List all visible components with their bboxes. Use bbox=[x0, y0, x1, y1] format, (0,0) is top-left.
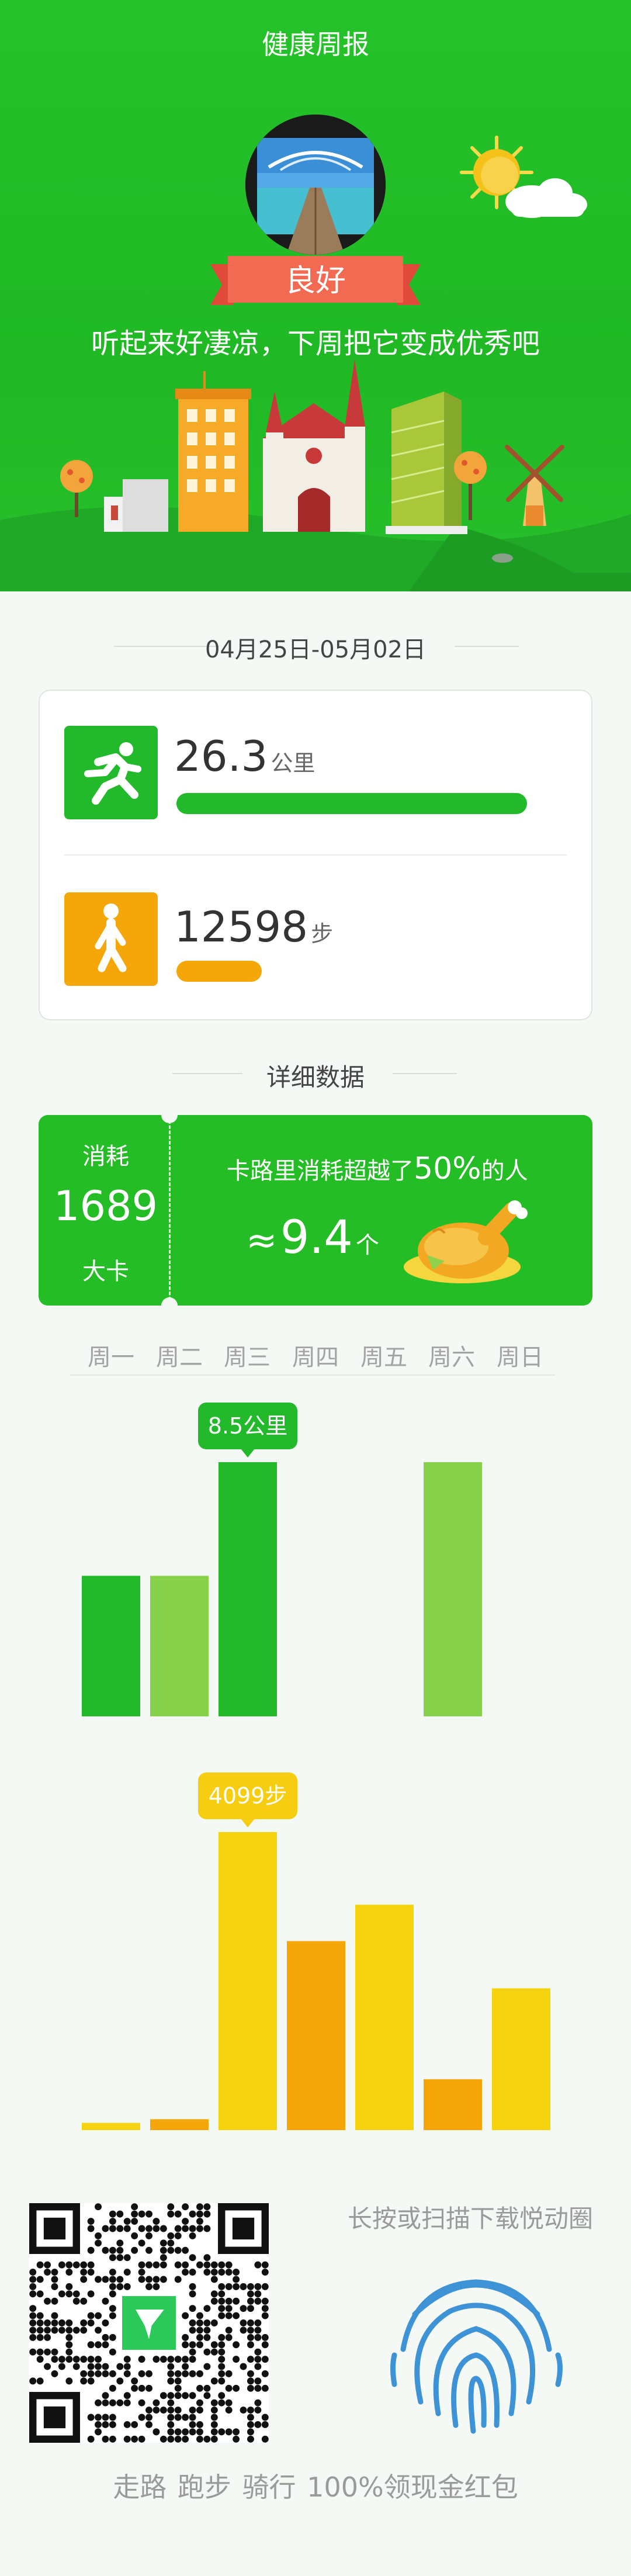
chart-annotation: 8.5公里 bbox=[198, 1403, 297, 1457]
hero-banner: 健康周报 良好 听起来好凄凉，下周把它变成优秀吧 bbox=[0, 0, 631, 591]
distance-chart: 8.5公里 bbox=[82, 1403, 482, 1716]
calories-compare-text: 卡路里消耗超越了50%的人 bbox=[227, 1151, 528, 1186]
calories-value: 1689 bbox=[53, 1182, 158, 1230]
chart-bar-周一 bbox=[82, 1576, 140, 1716]
weekday-label: 周四 bbox=[292, 1344, 339, 1371]
qr-code[interactable] bbox=[29, 2203, 269, 2443]
steps-value: 12598 bbox=[174, 902, 308, 951]
date-range: 04月25日-05月02日 bbox=[204, 636, 427, 663]
chart-bar-周三 bbox=[219, 1462, 277, 1716]
distance-unit: 公里 bbox=[271, 750, 316, 776]
ticket-divider bbox=[169, 1115, 171, 1306]
rating-label: 良好 bbox=[285, 264, 346, 299]
running-person-icon bbox=[64, 726, 158, 819]
chart-bar-周二 bbox=[150, 2119, 209, 2130]
ticket-notch bbox=[161, 1297, 178, 1314]
calories-unit: 大卡 bbox=[82, 1258, 129, 1285]
chart-bar-周三 bbox=[219, 1832, 277, 2130]
chart-bar-周日 bbox=[492, 1988, 550, 2130]
chart-bar-周一 bbox=[82, 2123, 140, 2130]
chart-bar-周二 bbox=[150, 1576, 209, 1716]
chart-bar-周四 bbox=[287, 1941, 345, 2130]
town-illustration bbox=[0, 359, 631, 591]
roast-chicken-icon bbox=[404, 1200, 528, 1283]
calories-card: 消耗 1689 大卡 卡路里消耗超越了50%的人 ≈ 9.4 个 bbox=[39, 1107, 592, 1314]
promo-text: 走路 跑步 骑行 100%领现金红包 bbox=[113, 2471, 518, 2503]
weekday-label: 周日 bbox=[497, 1344, 543, 1371]
distance-progress-bar bbox=[176, 793, 527, 814]
chart-bar-周六 bbox=[424, 1462, 482, 1716]
chart-annotation: 4099步 bbox=[198, 1772, 297, 1827]
ticket-notch bbox=[161, 1107, 178, 1123]
weekday-label: 周六 bbox=[428, 1344, 475, 1371]
food-equivalent: ≈ 9.4 个 bbox=[246, 1211, 379, 1264]
steps-unit: 步 bbox=[311, 921, 334, 947]
fingerprint-icon[interactable] bbox=[380, 2250, 573, 2443]
weekday-label: 周二 bbox=[156, 1344, 203, 1371]
chart-annotation-label: 4099步 bbox=[209, 1783, 287, 1809]
page-title: 健康周报 bbox=[262, 29, 369, 60]
steps-progress-bar bbox=[176, 961, 262, 982]
chart-annotation-label: 8.5公里 bbox=[208, 1413, 287, 1439]
calories-label: 消耗 bbox=[82, 1143, 129, 1170]
weekday-label: 周五 bbox=[360, 1344, 407, 1371]
weekday-label: 周三 bbox=[224, 1344, 271, 1371]
distance-value: 26.3 bbox=[174, 732, 268, 781]
avatar[interactable] bbox=[245, 115, 386, 255]
detail-section-title: 详细数据 bbox=[266, 1063, 365, 1092]
divider bbox=[70, 1374, 555, 1376]
steps-chart: 4099步 bbox=[82, 1772, 550, 2130]
sun-cloud-icon bbox=[460, 136, 587, 218]
divider bbox=[64, 854, 567, 856]
weekday-label: 周一 bbox=[88, 1344, 134, 1371]
weekly-stats-card: 26.3 公里 12598 步 bbox=[39, 690, 592, 1020]
chart-bar-周五 bbox=[355, 1905, 414, 2130]
chart-bar-周六 bbox=[424, 2079, 482, 2130]
walking-person-icon bbox=[64, 892, 158, 986]
download-hint: 长按或扫描下载悦动圈 bbox=[347, 2204, 593, 2233]
